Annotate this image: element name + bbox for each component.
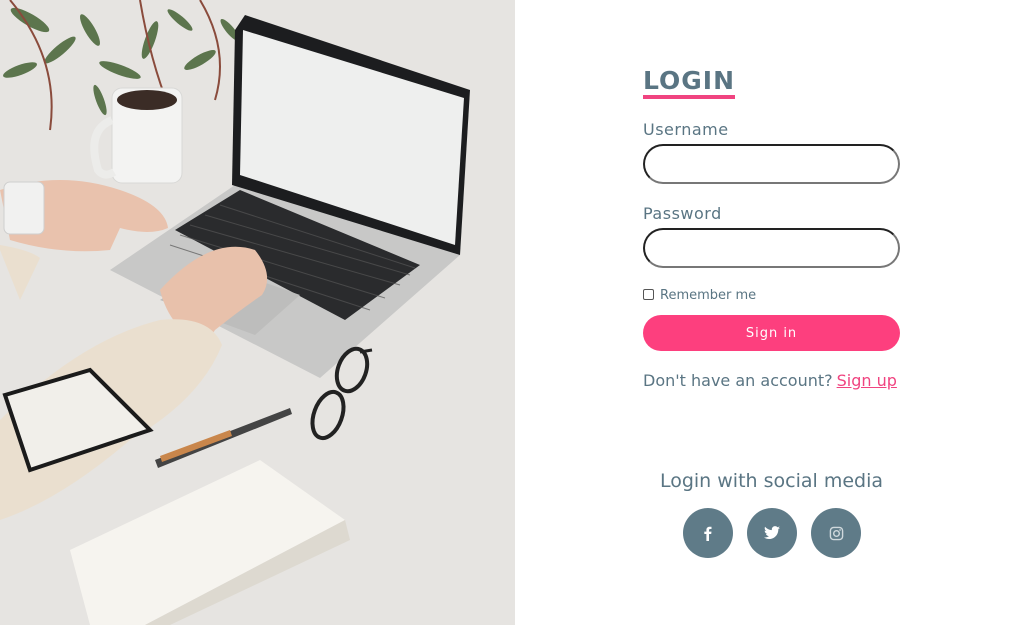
social-buttons bbox=[683, 508, 861, 558]
facebook-button[interactable] bbox=[683, 508, 733, 558]
sign-in-button[interactable]: Sign in bbox=[643, 315, 900, 351]
password-input[interactable] bbox=[643, 228, 900, 268]
facebook-icon bbox=[704, 526, 712, 541]
sign-up-link[interactable]: Sign up bbox=[837, 371, 897, 390]
remember-me-label: Remember me bbox=[660, 288, 757, 303]
remember-me-row[interactable]: Remember me bbox=[643, 288, 756, 303]
login-page: LOGIN Username Password Remember me Sign… bbox=[0, 0, 1029, 625]
password-label: Password bbox=[643, 204, 722, 223]
instagram-button[interactable] bbox=[811, 508, 861, 558]
username-input[interactable] bbox=[643, 144, 900, 184]
login-form-panel: LOGIN Username Password Remember me Sign… bbox=[515, 0, 1029, 625]
username-label: Username bbox=[643, 120, 729, 139]
login-title: LOGIN bbox=[643, 66, 736, 99]
signup-prompt: Don't have an account? Sign up bbox=[643, 371, 897, 390]
remember-me-checkbox[interactable] bbox=[643, 288, 654, 300]
social-login-title: Login with social media bbox=[659, 470, 884, 492]
no-account-text: Don't have an account? bbox=[643, 371, 833, 390]
instagram-icon bbox=[829, 526, 843, 540]
workspace-photo bbox=[0, 0, 515, 625]
twitter-icon bbox=[764, 526, 780, 539]
hero-image bbox=[0, 0, 515, 625]
twitter-button[interactable] bbox=[747, 508, 797, 558]
